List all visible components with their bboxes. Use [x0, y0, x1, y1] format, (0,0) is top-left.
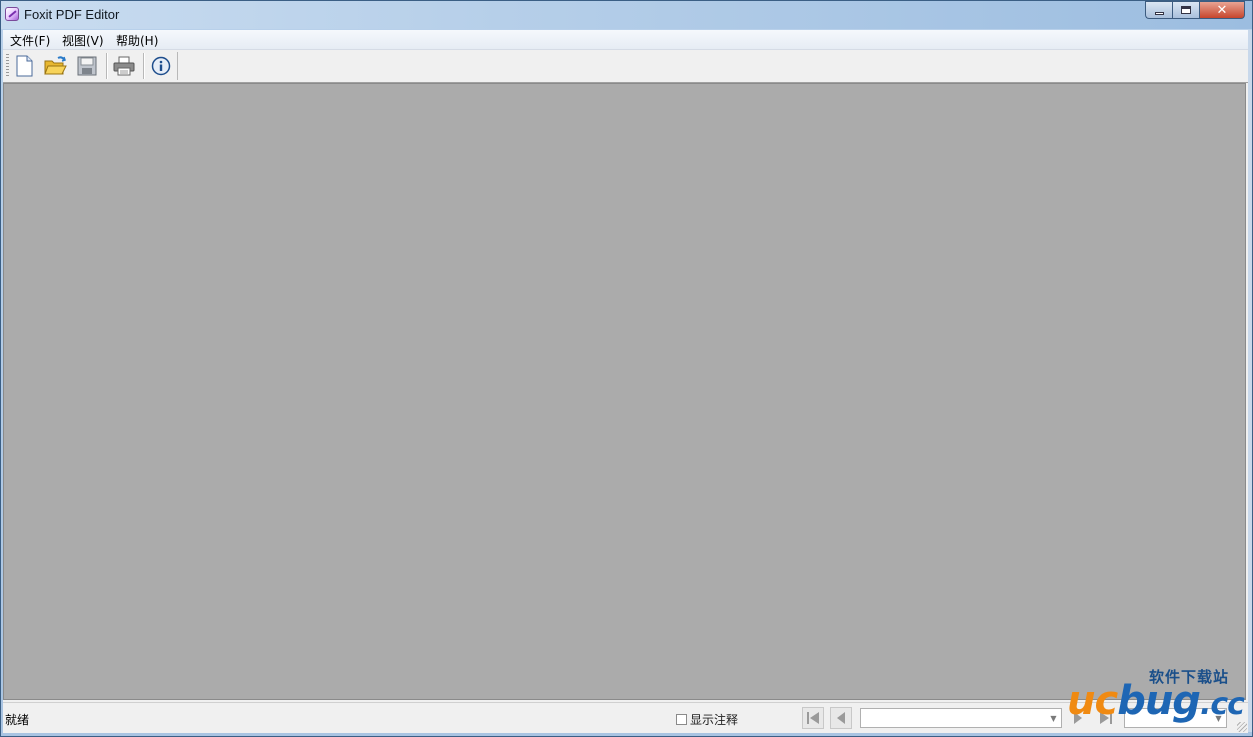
caption-buttons: ✕	[1145, 1, 1245, 20]
minimize-button[interactable]	[1145, 1, 1172, 19]
new-document-icon	[16, 55, 33, 77]
save-icon	[77, 56, 97, 76]
menu-file[interactable]: 文件(F)	[10, 32, 50, 49]
show-annotations-toggle[interactable]: 显示注释	[676, 711, 738, 728]
toolbar-end-border	[177, 52, 178, 80]
chevron-down-icon[interactable]: ▼	[1046, 709, 1061, 727]
open-folder-icon	[44, 56, 67, 75]
maximize-icon	[1181, 6, 1191, 14]
menu-help[interactable]: 帮助(H)	[116, 32, 158, 49]
close-button[interactable]: ✕	[1199, 1, 1245, 19]
first-page-button[interactable]	[802, 707, 824, 729]
minimize-icon	[1154, 11, 1164, 15]
page-number-combo[interactable]: ▼	[860, 708, 1062, 728]
toolbar-grip[interactable]	[6, 54, 9, 78]
maximize-button[interactable]	[1172, 1, 1199, 19]
window-right-frame	[1248, 30, 1252, 732]
menu-bar: 文件(F) 视图(V) 帮助(H)	[3, 30, 1248, 50]
app-window: Foxit PDF Editor ✕ 文件(F) 视图(V) 帮助(H) 就绪 …	[0, 0, 1253, 737]
watermark-uc: uc	[1067, 678, 1118, 724]
previous-page-button[interactable]	[830, 707, 852, 729]
show-annotations-label: 显示注释	[690, 713, 739, 727]
watermark-bug: bug	[1117, 678, 1201, 724]
new-button[interactable]	[12, 54, 36, 78]
toolbar-separator	[143, 53, 145, 79]
open-button[interactable]	[43, 54, 67, 78]
save-button[interactable]	[75, 54, 99, 78]
print-button[interactable]	[112, 54, 136, 78]
menu-view[interactable]: 视图(V)	[62, 32, 104, 49]
status-bar: 就绪 显示注释 ▼ ▼	[3, 702, 1248, 733]
title-bar[interactable]: Foxit PDF Editor ✕	[1, 1, 1252, 29]
client-area: 文件(F) 视图(V) 帮助(H) 就绪 显示注释 ▼ ▼	[3, 30, 1248, 733]
previous-page-icon	[837, 712, 845, 724]
print-icon	[113, 56, 135, 76]
window-title: Foxit PDF Editor	[24, 7, 120, 22]
status-text: 就绪	[5, 713, 30, 727]
watermark-logo: ucbug.cc	[1067, 678, 1245, 724]
show-annotations-checkbox[interactable]	[676, 714, 687, 725]
first-page-icon	[807, 712, 819, 724]
toolbar	[3, 50, 1248, 83]
close-icon: ✕	[1216, 2, 1228, 18]
about-button[interactable]	[149, 54, 173, 78]
info-icon	[151, 56, 171, 76]
foxit-app-icon[interactable]	[5, 7, 19, 21]
toolbar-separator	[106, 53, 108, 79]
document-canvas[interactable]	[3, 83, 1246, 700]
site-watermark: 软件下载站 ucbug.cc	[1067, 666, 1247, 726]
watermark-cc: .cc	[1199, 687, 1245, 722]
